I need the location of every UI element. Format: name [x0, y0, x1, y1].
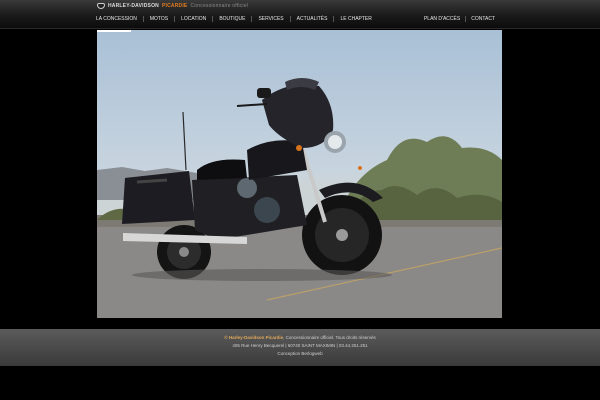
- nav-item-boutique[interactable]: BOUTIQUE: [213, 16, 251, 22]
- nav-item-location[interactable]: LOCATION: [175, 16, 212, 22]
- footer-address: 405 Rue Henry Becquerel | 60740 SAINT MA…: [232, 343, 368, 348]
- site-logo[interactable]: HARLEY-DAVIDSON PICARDIE Concessionnaire…: [97, 1, 248, 10]
- nav-item-plan-acces[interactable]: PLAN D'ACCÈS: [419, 16, 465, 22]
- nav-item-le-chapter[interactable]: LE CHAPTER: [334, 16, 377, 22]
- logo-tagline: Concessionnaire officiel: [190, 2, 248, 9]
- nav-item-contact[interactable]: CONTACT: [466, 16, 500, 22]
- nav-item-la-concession[interactable]: LA CONCESSION: [90, 16, 143, 22]
- main-menu: LA CONCESSION MOTOS LOCATION BOUTIQUE SE…: [90, 14, 378, 24]
- logo-brand-name: HARLEY-DAVIDSON: [108, 2, 159, 9]
- footer-rights-text: , Concessionnaire officiel. Tous droits …: [283, 335, 376, 340]
- top-navigation-bar: HARLEY-DAVIDSON PICARDIE Concessionnaire…: [0, 0, 600, 29]
- nav-item-actualites[interactable]: ACTUALITÉS: [291, 16, 334, 22]
- hero-image: [97, 30, 502, 318]
- slide-indicator: [97, 30, 131, 32]
- nav-item-services[interactable]: SERVICES: [252, 16, 289, 22]
- harley-davidson-touring-motorcycle-image: [97, 78, 502, 318]
- utility-menu: PLAN D'ACCÈS CONTACT: [419, 14, 500, 24]
- nav-item-motos[interactable]: MOTOS: [144, 16, 174, 22]
- footer-brand[interactable]: © Harley-Davidson Picardie: [224, 335, 283, 340]
- page-footer: © Harley-Davidson Picardie, Concessionna…: [0, 329, 600, 366]
- footer-credit[interactable]: Conception Berlogweb: [0, 350, 600, 358]
- harley-davidson-shield-icon: [97, 2, 105, 9]
- logo-brand-accent: PICARDIE: [161, 2, 188, 9]
- footer-copyright: © Harley-Davidson Picardie, Concessionna…: [0, 334, 600, 342]
